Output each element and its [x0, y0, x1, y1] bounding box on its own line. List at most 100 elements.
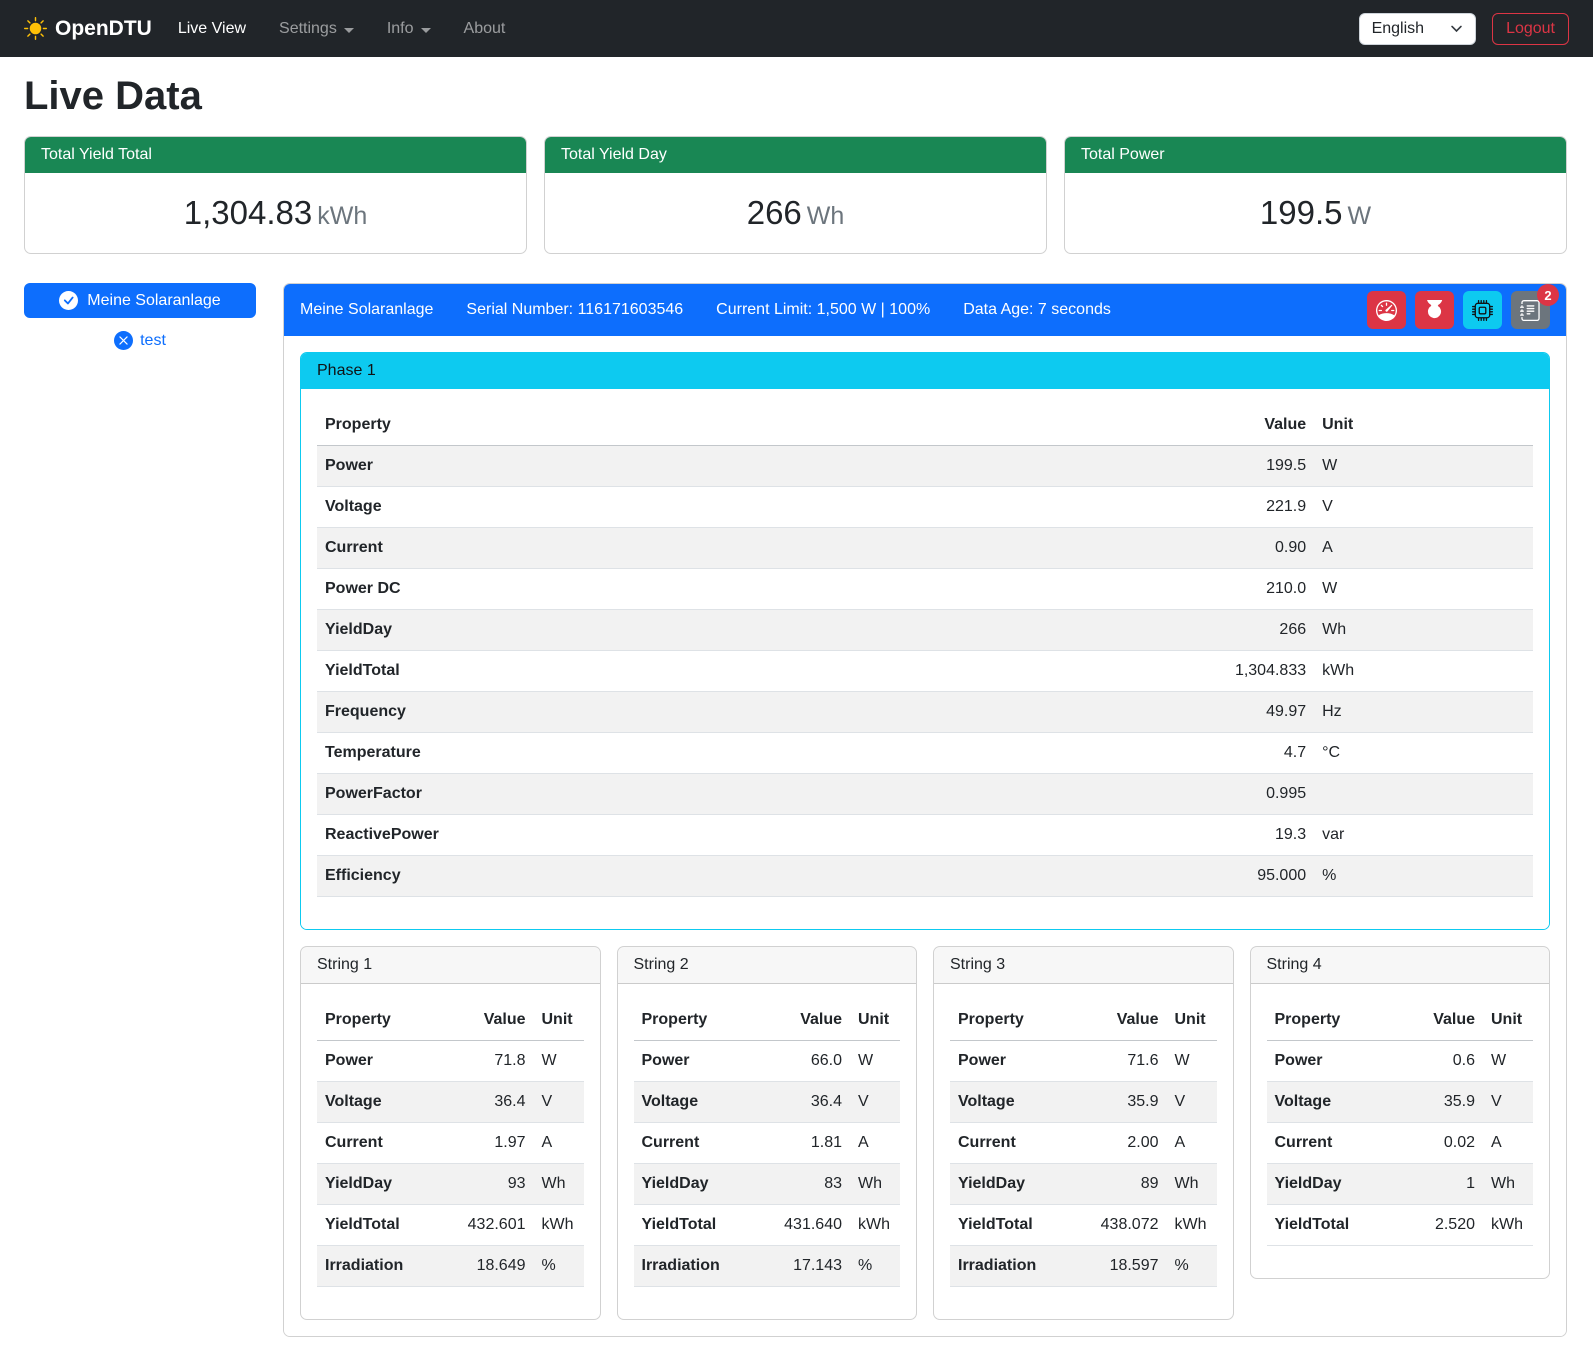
- table-row: Current1.81A: [634, 1123, 901, 1164]
- chevron-down-icon: [344, 28, 354, 33]
- property-cell: YieldDay: [317, 610, 914, 651]
- property-cell: Voltage: [634, 1082, 755, 1123]
- unit-cell: W: [1167, 1041, 1217, 1082]
- summary-value: 266: [747, 194, 802, 231]
- column-header-property: Property: [950, 1000, 1071, 1041]
- summary-cards-row: Total Yield Total 1,304.83kWh Total Yiel…: [24, 136, 1567, 254]
- string-table: Property Value Unit Power71.8WVoltage36.…: [317, 1000, 584, 1287]
- property-cell: Irradiation: [950, 1246, 1071, 1287]
- table-row: Frequency49.97Hz: [317, 692, 1533, 733]
- string-table: Property Value Unit Power66.0WVoltage36.…: [634, 1000, 901, 1287]
- value-cell: 36.4: [438, 1082, 533, 1123]
- value-cell: 266: [914, 610, 1315, 651]
- property-cell: Temperature: [317, 733, 914, 774]
- value-cell: 221.9: [914, 487, 1315, 528]
- table-header-row: Property Value Unit: [317, 405, 1533, 446]
- unit-cell: A: [1483, 1123, 1533, 1164]
- table-header-row: Property Value Unit: [634, 1000, 901, 1041]
- string-card-title: String 1: [301, 947, 600, 984]
- logout-button[interactable]: Logout: [1492, 13, 1569, 45]
- unit-cell: V: [1314, 487, 1533, 528]
- table-row: YieldTotal438.072kWh: [950, 1205, 1217, 1246]
- language-select[interactable]: English: [1359, 13, 1476, 45]
- unit-cell: kWh: [1483, 1205, 1533, 1246]
- unit-cell: %: [850, 1246, 900, 1287]
- table-row: Current0.90A: [317, 528, 1533, 569]
- limit-settings-button[interactable]: [1367, 291, 1406, 329]
- unit-cell: Wh: [1314, 610, 1533, 651]
- value-cell: 18.597: [1071, 1246, 1166, 1287]
- column-header-property: Property: [1267, 1000, 1399, 1041]
- sidebar-item-meine-solaranlage[interactable]: Meine Solaranlage: [24, 283, 256, 318]
- value-cell: 0.6: [1399, 1041, 1483, 1082]
- nav-item-info[interactable]: Info: [387, 20, 431, 38]
- value-cell: 93: [438, 1164, 533, 1205]
- column-header-value: Value: [755, 1000, 850, 1041]
- check-circle-icon: [59, 291, 78, 310]
- property-cell: Irradiation: [317, 1246, 438, 1287]
- unit-cell: A: [1314, 528, 1533, 569]
- table-row: Voltage36.4V: [317, 1082, 584, 1123]
- table-row: Power71.8W: [317, 1041, 584, 1082]
- summary-unit: kWh: [317, 202, 367, 230]
- value-cell: 1: [1399, 1164, 1483, 1205]
- event-log-button[interactable]: 2: [1511, 291, 1550, 329]
- column-header-value: Value: [1071, 1000, 1166, 1041]
- property-cell: Power DC: [317, 569, 914, 610]
- nav-links: Live View Settings Info About: [178, 20, 539, 38]
- value-cell: 71.6: [1071, 1041, 1166, 1082]
- property-cell: Power: [950, 1041, 1071, 1082]
- power-toggle-button[interactable]: [1415, 291, 1454, 329]
- table-row: Current0.02A: [1267, 1123, 1534, 1164]
- table-row: Current2.00A: [950, 1123, 1217, 1164]
- table-header-row: Property Value Unit: [317, 1000, 584, 1041]
- unit-cell: °C: [1314, 733, 1533, 774]
- table-row: Power71.6W: [950, 1041, 1217, 1082]
- property-cell: Voltage: [1267, 1082, 1399, 1123]
- property-cell: YieldDay: [950, 1164, 1071, 1205]
- unit-cell: Hz: [1314, 692, 1533, 733]
- value-cell: 1.81: [755, 1123, 850, 1164]
- sidebar-item-label: Meine Solaranlage: [87, 292, 220, 310]
- property-cell: Voltage: [950, 1082, 1071, 1123]
- string-card: String 3 Property Value Unit Power71.6WV…: [933, 946, 1234, 1320]
- property-cell: Frequency: [317, 692, 914, 733]
- property-cell: YieldTotal: [950, 1205, 1071, 1246]
- sidebar-item-test[interactable]: test: [24, 331, 256, 350]
- value-cell: 432.601: [438, 1205, 533, 1246]
- column-header-value: Value: [1399, 1000, 1483, 1041]
- table-row: YieldDay1Wh: [1267, 1164, 1534, 1205]
- journal-text-icon: [1520, 300, 1541, 321]
- table-row: Power DC210.0W: [317, 569, 1533, 610]
- value-cell: 0.90: [914, 528, 1315, 569]
- unit-cell: var: [1314, 815, 1533, 856]
- chevron-down-icon: [1450, 22, 1463, 35]
- value-cell: 35.9: [1071, 1082, 1166, 1123]
- value-cell: 0.995: [914, 774, 1315, 815]
- speedometer-icon: [1376, 300, 1397, 321]
- nav-item-live-view[interactable]: Live View: [178, 20, 246, 38]
- value-cell: 71.8: [438, 1041, 533, 1082]
- value-cell: 199.5: [914, 446, 1315, 487]
- table-row: Power0.6W: [1267, 1041, 1534, 1082]
- value-cell: 36.4: [755, 1082, 850, 1123]
- nav-item-about[interactable]: About: [464, 20, 506, 38]
- unit-cell: V: [534, 1082, 584, 1123]
- value-cell: 0.02: [1399, 1123, 1483, 1164]
- navbar-right: English Logout: [1359, 13, 1569, 45]
- value-cell: 2.00: [1071, 1123, 1166, 1164]
- device-info-button[interactable]: [1463, 291, 1502, 329]
- x-circle-icon: [114, 331, 133, 350]
- unit-cell: kWh: [534, 1205, 584, 1246]
- table-row: Voltage36.4V: [634, 1082, 901, 1123]
- summary-card-total-power: Total Power 199.5W: [1064, 136, 1567, 254]
- phase-table: Property Value Unit Power199.5WVoltage22…: [317, 405, 1533, 897]
- nav-item-settings[interactable]: Settings: [279, 20, 354, 38]
- inverter-name: Meine Solaranlage: [300, 301, 433, 319]
- brand[interactable]: OpenDTU: [24, 17, 152, 41]
- value-cell: 89: [1071, 1164, 1166, 1205]
- property-cell: Current: [317, 528, 914, 569]
- value-cell: 210.0: [914, 569, 1315, 610]
- unit-cell: Wh: [534, 1164, 584, 1205]
- unit-cell: V: [1167, 1082, 1217, 1123]
